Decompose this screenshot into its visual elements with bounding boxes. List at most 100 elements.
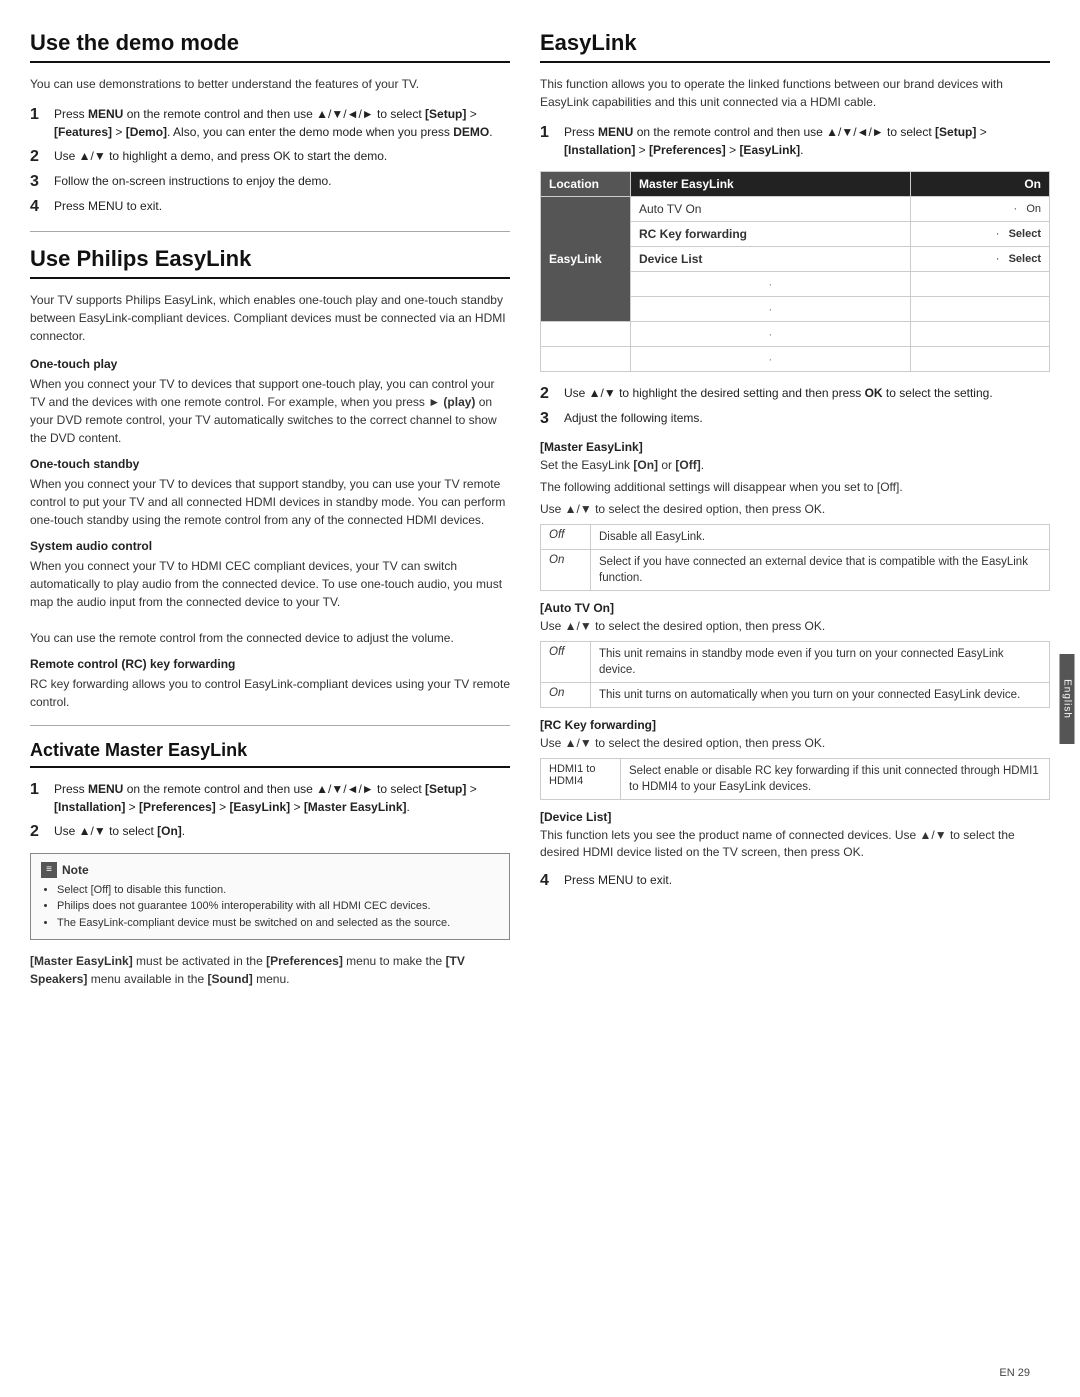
option-row-off: Off Disable all EasyLink. [541,524,1050,549]
system-audio-subsection: System audio control When you connect yo… [30,539,510,647]
master-option-table: Off Disable all EasyLink. On Select if y… [540,524,1050,591]
table-empty-row-2a [541,347,631,372]
table-empty-2-val [910,297,1049,322]
autotv-off-label: Off [541,641,591,682]
autotv-row-off: Off This unit remains in standby mode ev… [541,641,1050,682]
autotv-use-note: Use ▲/▼ to select the desired option, th… [540,618,1050,635]
step-text: Press MENU to exit. [54,197,510,216]
one-touch-play-subsection: One-touch play When you connect your TV … [30,357,510,447]
table-empty-row-1a [541,322,631,347]
easylink-step-2: 2 Use ▲/▼ to highlight the desired setti… [540,384,1050,403]
step-text: Press MENU on the remote control and the… [54,780,510,816]
step-text: Press MENU on the remote control and the… [54,105,510,141]
master-label: [Master EasyLink] [540,440,1050,454]
demo-section: Use the demo mode You can use demonstrat… [30,30,510,217]
step-num: 3 [540,409,556,428]
master-set-desc: Set the EasyLink [On] or [Off]. [540,457,1050,474]
table-on-header: On [910,172,1049,197]
hdmi-label: HDMI1 to HDMI4 [541,758,621,799]
easylink-table: Location Master EasyLink On EasyLink Aut… [540,171,1050,372]
autotv-off-desc: This unit remains in standby mode even i… [591,641,1050,682]
left-column: Use the demo mode You can use demonstrat… [30,30,510,1367]
bracket-note: [Master EasyLink] must be activated in t… [30,952,510,988]
autotv-option-table: Off This unit remains in standby mode ev… [540,641,1050,708]
demo-desc: You can use demonstrations to better und… [30,75,510,93]
device-label: [Device List] [540,810,1050,824]
step-num: 1 [30,105,46,141]
demo-step-1: 1 Press MENU on the remote control and t… [30,105,510,141]
easylink-step-4-list: 4 Press MENU to exit. [540,871,1050,890]
activate-easylink-section: Activate Master EasyLink 1 Press MENU on… [30,740,510,989]
one-touch-play-title: One-touch play [30,357,510,371]
demo-step-3: 3 Follow the on-screen instructions to e… [30,172,510,191]
note-title: ≡ Note [41,862,499,878]
note-item-3: The EasyLink-compliant device must be sw… [57,915,499,932]
table-rc-label: RC Key forwarding [631,222,911,247]
rc-use-note: Use ▲/▼ to select the desired option, th… [540,735,1050,752]
note-icon: ≡ [41,862,57,878]
table-master-header: Master EasyLink [631,172,911,197]
note-item-2: Philips does not guarantee 100% interope… [57,898,499,915]
step-num: 4 [30,197,46,216]
note-list: Select [Off] to disable this function. P… [41,882,499,932]
rc-key-forwarding-body: RC key forwarding allows you to control … [30,675,510,711]
table-empty-3-val [910,322,1049,347]
easylink-section: EasyLink This function allows you to ope… [540,30,1050,890]
demo-steps: 1 Press MENU on the remote control and t… [30,105,510,217]
step-num: 2 [30,147,46,166]
step-text: Use ▲/▼ to select [On]. [54,822,510,841]
autotv-options: [Auto TV On] Use ▲/▼ to select the desir… [540,601,1050,708]
master-easylink-options: [Master EasyLink] Set the EasyLink [On] … [540,440,1050,591]
rc-option-table: HDMI1 to HDMI4 Select enable or disable … [540,758,1050,800]
table-empty-2: · [631,297,911,322]
note-label: Note [62,863,89,877]
step-num: 2 [540,384,556,403]
opt-off-desc: Disable all EasyLink. [591,524,1050,549]
step-num: 4 [540,871,556,890]
rc-label: [RC Key forwarding] [540,718,1050,732]
device-list-section: [Device List] This function lets you see… [540,810,1050,861]
master-disappear-desc: The following additional settings will d… [540,479,1050,496]
step-text: Press MENU on the remote control and the… [564,123,1050,159]
autotv-on-label: On [541,683,591,708]
one-touch-standby-body: When you connect your TV to devices that… [30,475,510,529]
autotv-on-desc: This unit turns on automatically when yo… [591,683,1050,708]
step-text: Press MENU to exit. [564,871,1050,890]
system-audio-title: System audio control [30,539,510,553]
opt-on-desc: Select if you have connected an external… [591,549,1050,590]
table-empty-3: · [631,322,911,347]
easylink-step-3: 3 Adjust the following items. [540,409,1050,428]
rc-forwarding-options: [RC Key forwarding] Use ▲/▼ to select th… [540,718,1050,800]
rc-row: HDMI1 to HDMI4 Select enable or disable … [541,758,1050,799]
demo-title: Use the demo mode [30,30,510,63]
step-text: Follow the on-screen instructions to enj… [54,172,510,191]
table-empty-4: · [631,347,911,372]
easylink-step-1: 1 Press MENU on the remote control and t… [540,123,1050,159]
activate-step-1: 1 Press MENU on the remote control and t… [30,780,510,816]
activate-step-2: 2 Use ▲/▼ to select [On]. [30,822,510,841]
hdmi-desc: Select enable or disable RC key forwardi… [621,758,1050,799]
philips-easylink-desc: Your TV supports Philips EasyLink, which… [30,291,510,345]
easylink-step-4: 4 Press MENU to exit. [540,871,1050,890]
step-num: 1 [30,780,46,816]
side-tab: English [1060,654,1075,744]
table-device-label: Device List [631,247,911,272]
easylink-main-steps: 1 Press MENU on the remote control and t… [540,123,1050,159]
one-touch-standby-title: One-touch standby [30,457,510,471]
rc-key-forwarding-subsection: Remote control (RC) key forwarding RC ke… [30,657,510,711]
step-text: Use ▲/▼ to highlight the desired setting… [564,384,1050,403]
opt-off-label: Off [541,524,591,549]
philips-easylink-title: Use Philips EasyLink [30,246,510,279]
table-empty-1-val [910,272,1049,297]
system-audio-body: When you connect your TV to HDMI CEC com… [30,557,510,647]
demo-step-4: 4 Press MENU to exit. [30,197,510,216]
right-column: EasyLink This function allows you to ope… [540,30,1050,1367]
opt-on-label: On [541,549,591,590]
option-row-on: On Select if you have connected an exter… [541,549,1050,590]
table-location-header: Location [541,172,631,197]
easylink-desc: This function allows you to operate the … [540,75,1050,111]
note-box: ≡ Note Select [Off] to disable this func… [30,853,510,941]
table-autotv-label: Auto TV On [631,197,911,222]
one-touch-standby-subsection: One-touch standby When you connect your … [30,457,510,529]
step-num: 3 [30,172,46,191]
